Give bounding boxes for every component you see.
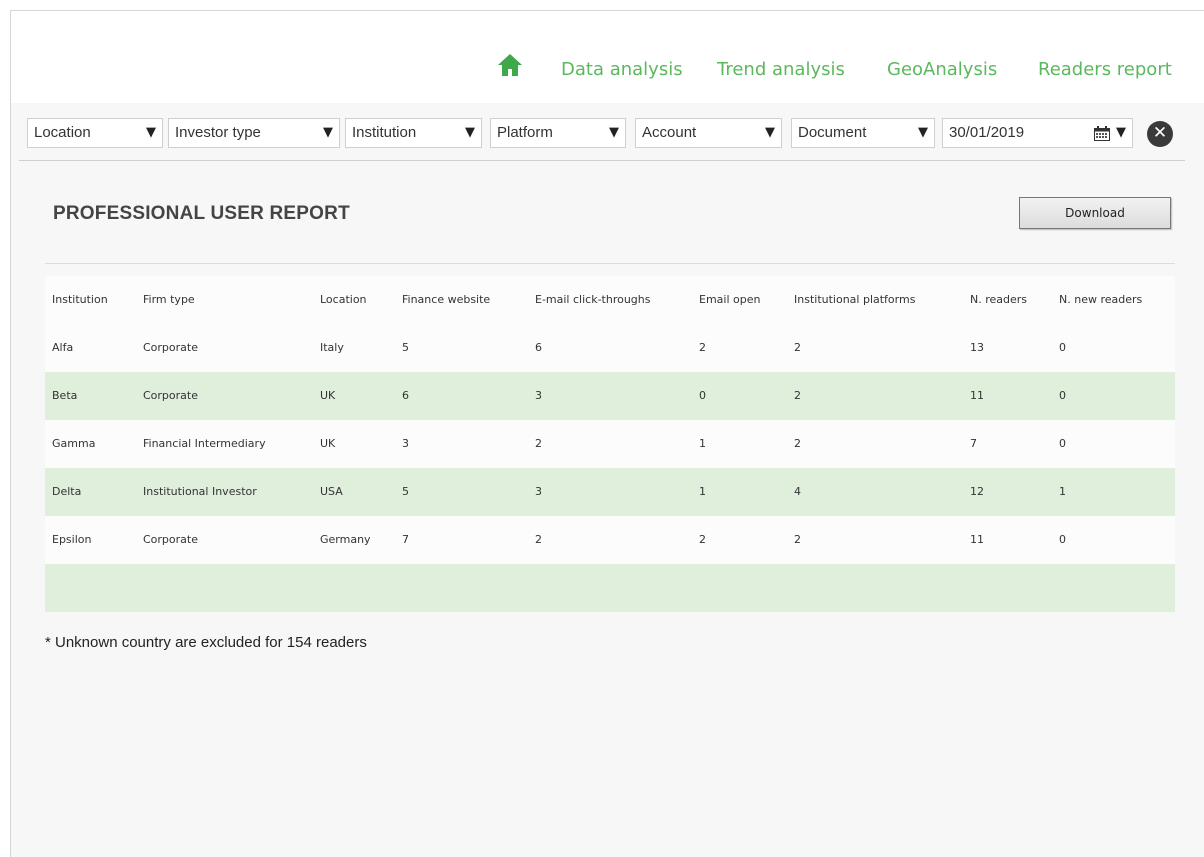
table-cell: Delta xyxy=(52,485,82,498)
platform-dropdown-label: Platform xyxy=(497,124,553,141)
download-button[interactable]: Download xyxy=(1019,197,1171,229)
nav-geoanalysis[interactable]: GeoAnalysis xyxy=(887,59,997,80)
table-cell: 2 xyxy=(699,341,706,354)
table-cell: 4 xyxy=(794,485,801,498)
column-header: Finance website xyxy=(402,293,491,306)
column-header: Email open xyxy=(699,293,761,306)
table-cell: 2 xyxy=(794,533,801,546)
date-picker[interactable]: 30/01/2019 ▼ xyxy=(942,118,1133,148)
table-row[interactable]: Delta Institutional Investor USA 5 3 1 4… xyxy=(45,468,1175,516)
table-row[interactable]: Gamma Financial Intermediary UK 3 2 1 2 … xyxy=(45,420,1175,468)
nav-data-analysis[interactable]: Data analysis xyxy=(561,59,683,80)
table-row[interactable]: Beta Corporate UK 6 3 0 2 11 0 xyxy=(45,372,1175,420)
table-cell: 7 xyxy=(970,437,977,450)
table-header: Institution Firm type Location Finance w… xyxy=(45,276,1175,324)
table-cell: 11 xyxy=(970,389,984,402)
column-header: N. readers xyxy=(970,293,1028,306)
table-cell: Italy xyxy=(320,341,344,354)
nav-trend-analysis[interactable]: Trend analysis xyxy=(717,59,845,80)
table-cell: Germany xyxy=(320,533,371,546)
table-cell: 5 xyxy=(402,485,409,498)
table-cell: Gamma xyxy=(52,437,96,450)
table-cell: 3 xyxy=(402,437,409,450)
table-cell: 3 xyxy=(535,485,542,498)
table-footer-row xyxy=(45,564,1175,612)
table-cell: 0 xyxy=(1059,389,1066,402)
table-cell: Institutional Investor xyxy=(143,485,257,498)
table-cell: 1 xyxy=(699,485,706,498)
chevron-down-icon: ▼ xyxy=(609,125,619,140)
account-dropdown[interactable]: Account ▼ xyxy=(635,118,782,148)
table-cell: Corporate xyxy=(143,533,198,546)
table-cell: 2 xyxy=(535,437,542,450)
table-cell: 13 xyxy=(970,341,984,354)
table-cell: 0 xyxy=(1059,533,1066,546)
table-cell: 2 xyxy=(794,341,801,354)
table-cell: UK xyxy=(320,437,336,450)
table-cell: Financial Intermediary xyxy=(143,437,266,450)
table-cell: 12 xyxy=(970,485,984,498)
table-cell: 0 xyxy=(699,389,706,402)
column-header: Institutional platforms xyxy=(794,293,916,306)
clear-filters-button[interactable]: ✕ xyxy=(1147,121,1173,147)
table-cell: 2 xyxy=(699,533,706,546)
table-cell: Corporate xyxy=(143,341,198,354)
table-row[interactable]: Epsilon Corporate Germany 7 2 2 2 11 0 xyxy=(45,516,1175,564)
table-cell: 2 xyxy=(794,437,801,450)
column-header: E-mail click-throughs xyxy=(535,293,651,306)
table-row[interactable]: Alfa Corporate Italy 5 6 2 2 13 0 xyxy=(45,324,1175,372)
table-cell: 6 xyxy=(535,341,542,354)
table-cell: 0 xyxy=(1059,341,1066,354)
investor-type-dropdown-label: Investor type xyxy=(175,124,261,141)
column-header: Firm type xyxy=(143,293,195,306)
chevron-down-icon: ▼ xyxy=(765,125,775,140)
chevron-down-icon: ▼ xyxy=(1116,125,1126,140)
table-cell: 5 xyxy=(402,341,409,354)
filter-bar: Location ▼ Investor type ▼ Institution ▼… xyxy=(19,118,1185,161)
table-cell: 11 xyxy=(970,533,984,546)
chevron-down-icon: ▼ xyxy=(465,125,475,140)
footnote: * Unknown country are excluded for 154 r… xyxy=(45,634,367,651)
table-cell: USA xyxy=(320,485,343,498)
institution-dropdown[interactable]: Institution ▼ xyxy=(345,118,482,148)
close-icon: ✕ xyxy=(1152,123,1168,143)
app-frame: Data analysis Trend analysis GeoAnalysis… xyxy=(10,10,1204,857)
account-dropdown-label: Account xyxy=(642,124,697,141)
table-cell: 6 xyxy=(402,389,409,402)
table-cell: 1 xyxy=(1059,485,1066,498)
table-cell: 7 xyxy=(402,533,409,546)
chevron-down-icon: ▼ xyxy=(146,125,156,140)
page-title: PROFESSIONAL USER REPORT xyxy=(53,203,350,224)
chevron-down-icon: ▼ xyxy=(323,125,333,140)
date-value: 30/01/2019 xyxy=(949,124,1025,141)
column-header: Location xyxy=(320,293,367,306)
column-header: N. new readers xyxy=(1059,293,1143,306)
table-cell: Beta xyxy=(52,389,78,402)
document-dropdown-label: Document xyxy=(798,124,867,141)
divider xyxy=(45,263,1175,264)
location-dropdown-label: Location xyxy=(34,124,91,141)
table-cell: 2 xyxy=(794,389,801,402)
column-header: Institution xyxy=(52,293,108,306)
table-cell: 0 xyxy=(1059,437,1066,450)
table-cell: 2 xyxy=(535,533,542,546)
table-cell: Corporate xyxy=(143,389,198,402)
document-dropdown[interactable]: Document ▼ xyxy=(791,118,935,148)
table-cell: 1 xyxy=(699,437,706,450)
table-cell: Epsilon xyxy=(52,533,92,546)
institution-dropdown-label: Institution xyxy=(352,124,417,141)
location-dropdown[interactable]: Location ▼ xyxy=(27,118,163,148)
table-cell: Alfa xyxy=(52,341,74,354)
table-cell: UK xyxy=(320,389,336,402)
table-cell: 3 xyxy=(535,389,542,402)
calendar-icon[interactable] xyxy=(1094,126,1110,141)
chevron-down-icon: ▼ xyxy=(918,125,928,140)
platform-dropdown[interactable]: Platform ▼ xyxy=(490,118,626,148)
investor-type-dropdown[interactable]: Investor type ▼ xyxy=(168,118,340,148)
top-navigation: Data analysis Trend analysis GeoAnalysis… xyxy=(11,11,1204,103)
report-table: Institution Firm type Location Finance w… xyxy=(45,276,1175,612)
nav-readers-report[interactable]: Readers report xyxy=(1038,59,1172,80)
home-icon[interactable] xyxy=(497,53,523,77)
